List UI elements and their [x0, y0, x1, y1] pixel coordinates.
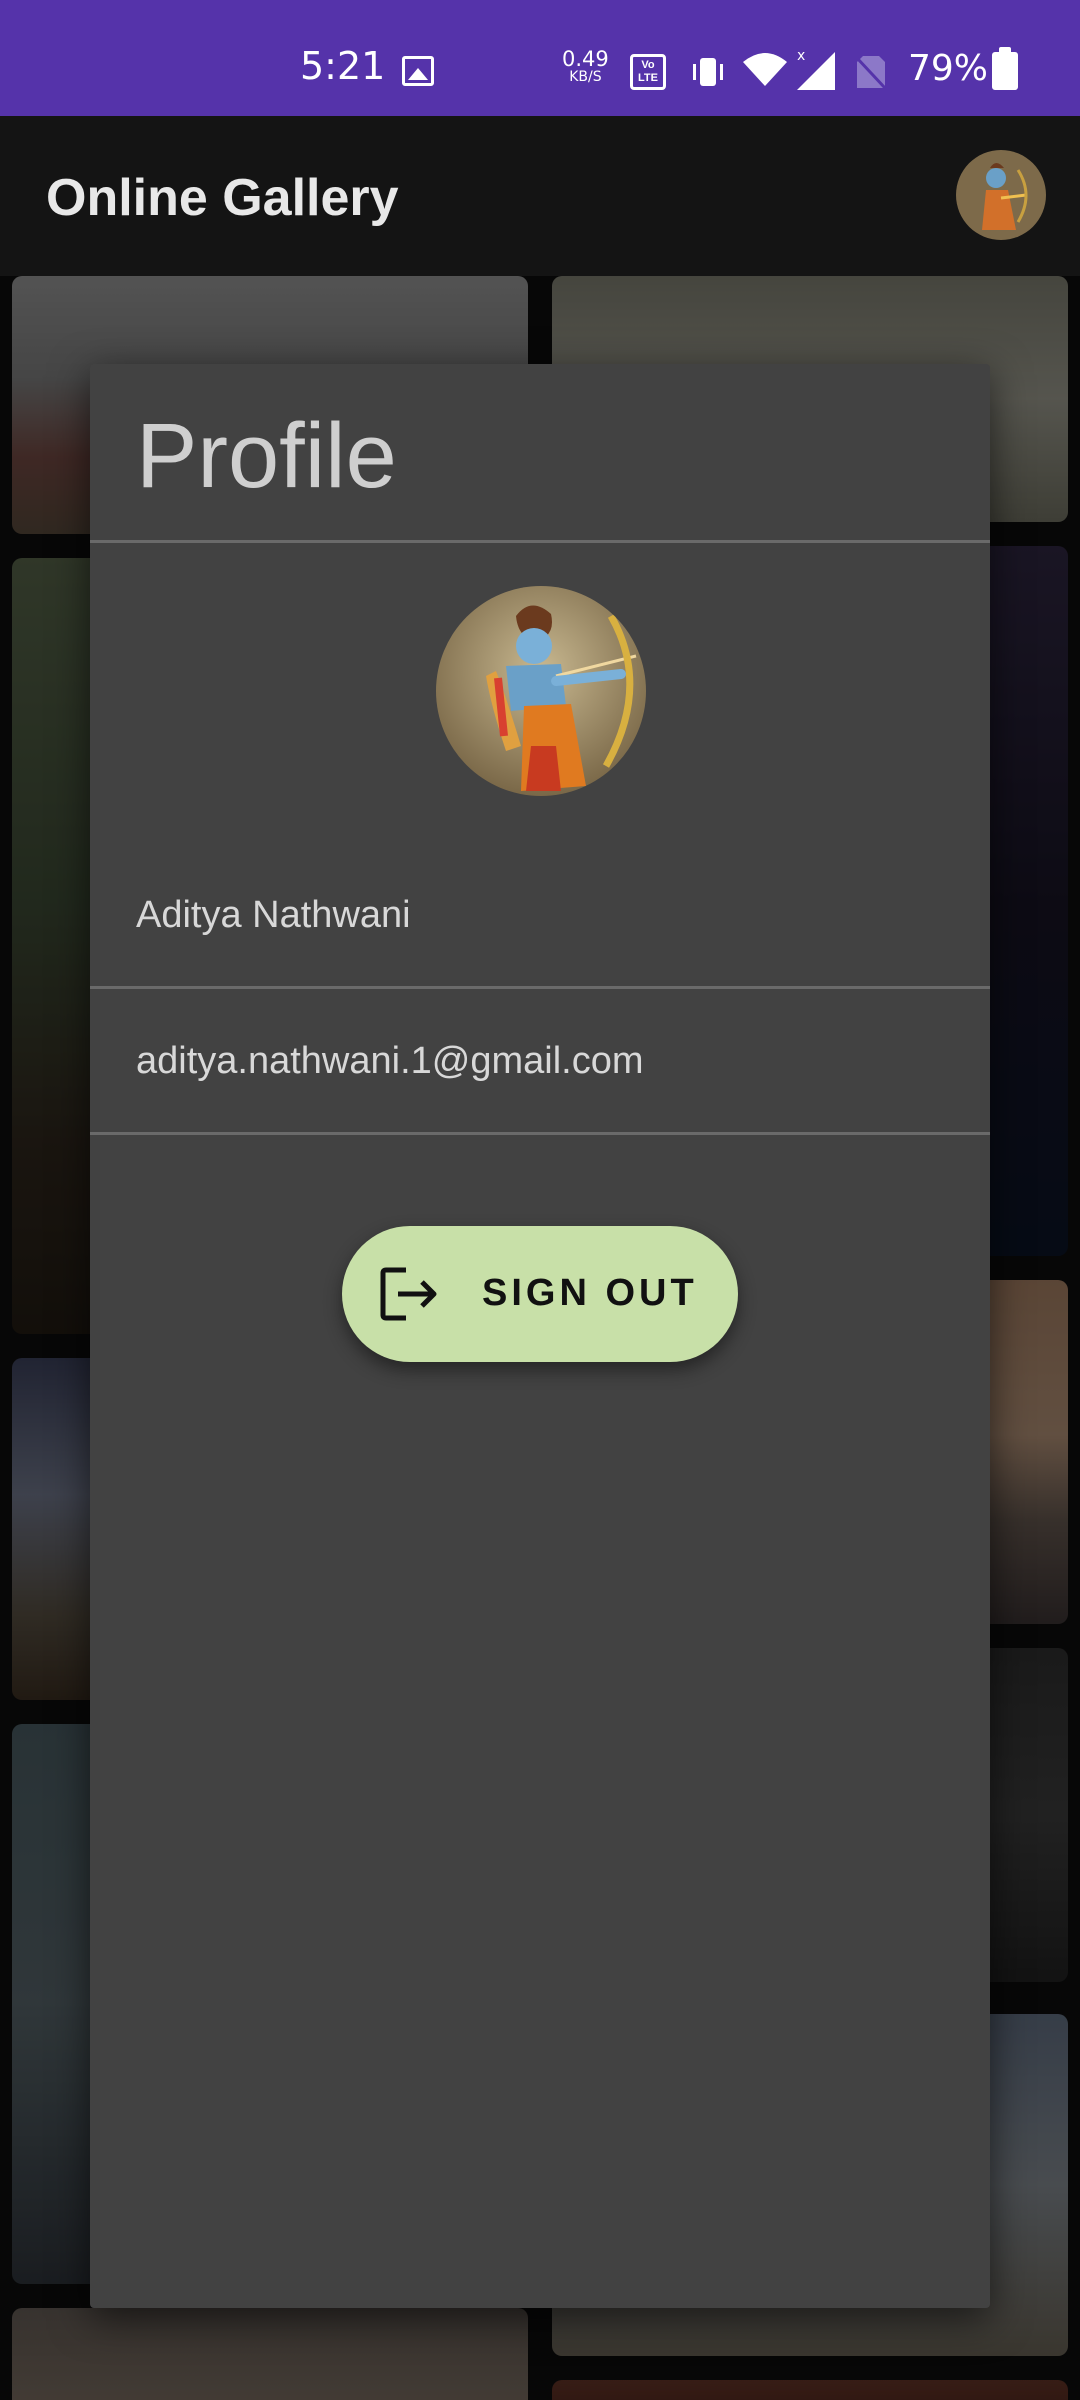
- divider: [90, 986, 990, 989]
- profile-name: Aditya Nathwani: [136, 894, 411, 936]
- image-icon: [402, 56, 434, 86]
- app-bar: Online Gallery: [0, 116, 1080, 276]
- logout-icon: [380, 1267, 437, 1321]
- vibrate-icon: [693, 58, 723, 86]
- divider: [90, 540, 990, 543]
- sign-out-button[interactable]: SIGN OUT: [342, 1226, 738, 1362]
- profile-dialog: Profile Aditya Nathwani aditya.nathwani.…: [90, 364, 990, 2308]
- battery-percent: 79%: [908, 48, 989, 89]
- signal-icon: x: [797, 48, 835, 90]
- svg-text:x: x: [797, 48, 805, 64]
- profile-photo: [436, 586, 646, 796]
- profile-avatar-button[interactable]: [956, 150, 1046, 240]
- profile-email: aditya.nathwani.1@gmail.com: [136, 1040, 644, 1082]
- divider: [90, 1132, 990, 1135]
- network-speed-value: 0.49: [562, 47, 609, 71]
- volte-icon: Vo LTE: [630, 54, 666, 90]
- avatar-image: [956, 150, 1046, 240]
- dialog-title: Profile: [136, 405, 397, 507]
- sign-out-label: SIGN OUT: [482, 1272, 698, 1314]
- app-title: Online Gallery: [46, 169, 399, 227]
- profile-photo-image: [436, 586, 646, 796]
- network-speed: 0.49 KB/S: [562, 47, 609, 86]
- wifi-icon: [743, 53, 787, 86]
- status-bar: 5:21 0.49 KB/S Vo LTE x 79%: [0, 0, 1080, 116]
- no-sim-icon: [855, 56, 887, 90]
- battery-icon: [992, 47, 1018, 90]
- status-time: 5:21: [300, 44, 386, 88]
- network-speed-unit: KB/S: [569, 69, 602, 85]
